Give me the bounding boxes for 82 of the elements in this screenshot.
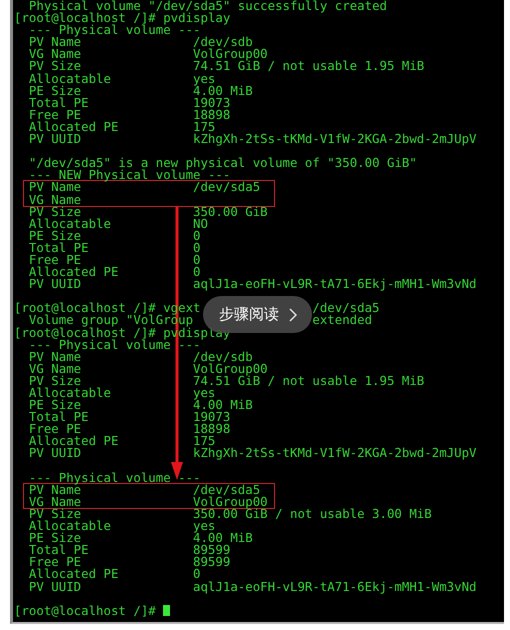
- field-label: Free PE: [28, 254, 82, 266]
- field-value: 18898: [193, 423, 230, 436]
- terminal-line: --- Physical volume ---: [28, 24, 200, 36]
- field-value: yes: [193, 387, 216, 400]
- terminal-line: --- NEW Physical volume ---: [28, 169, 230, 182]
- field-label: PV UUID: [28, 133, 82, 146]
- field-label: Free PE: [28, 423, 82, 436]
- field-label: Allocated PE: [28, 435, 118, 448]
- field-label: PV Name: [28, 484, 82, 496]
- field-value: 89599: [193, 544, 230, 556]
- field-value: 175: [193, 435, 216, 448]
- field-label: Allocated PE: [28, 266, 118, 278]
- field-value: 74.51 GiB / not usable 1.95 MiB: [193, 60, 424, 73]
- field-label: PV Name: [28, 181, 82, 194]
- field-label: Total PE: [28, 544, 89, 556]
- terminal-line: [root@localhost /]# pvdisplay: [14, 12, 230, 24]
- field-label: Total PE: [28, 242, 89, 254]
- field-value: 350.00 GiB: [193, 206, 268, 218]
- terminal-line: --- Physical volume ---: [28, 338, 200, 351]
- field-label: VG Name: [28, 48, 82, 60]
- field-value: NO: [193, 218, 208, 230]
- field-value: 89599: [193, 556, 230, 568]
- field-label: PE Size: [28, 399, 82, 412]
- field-label: Allocatable: [28, 520, 111, 532]
- field-value: 4.00 MiB: [193, 84, 253, 97]
- field-label: Total PE: [28, 96, 89, 109]
- field-value: /dev/sda5: [193, 484, 260, 496]
- field-value: 0: [193, 266, 200, 278]
- field-label: VG Name: [28, 362, 82, 375]
- field-value: yes: [193, 72, 216, 85]
- field-label: PE Size: [28, 230, 82, 242]
- field-label: Free PE: [28, 108, 82, 121]
- field-label: PV Size: [28, 60, 82, 73]
- field-label: PV Size: [28, 374, 82, 387]
- field-label: PE Size: [28, 532, 82, 544]
- field-label: Allocated PE: [28, 568, 118, 580]
- field-value: VolGroup00: [193, 48, 268, 60]
- field-label: VG Name: [28, 496, 82, 508]
- field-value: 0: [193, 230, 200, 242]
- field-label: PV Size: [28, 508, 82, 520]
- terminal-prompt: [root@localhost /]#: [14, 604, 156, 617]
- field-value: yes: [193, 520, 216, 532]
- field-value: aqlJ1a-eoFH-vL9R-tA71-6Ekj-mMH1-Wm3vNd: [193, 580, 476, 593]
- field-value: 19073: [193, 411, 230, 424]
- field-value: VolGroup00: [193, 496, 268, 508]
- field-value: /dev/sdb: [193, 350, 253, 363]
- field-label: PV UUID: [28, 447, 82, 460]
- field-label: Allocatable: [28, 72, 111, 85]
- field-value: 18898: [193, 108, 230, 121]
- chevron-icon: [288, 308, 297, 322]
- field-value: 19073: [193, 96, 230, 109]
- field-label: Allocated PE: [28, 120, 118, 134]
- field-value: 0: [193, 254, 200, 266]
- field-value: /dev/sdb: [193, 36, 253, 48]
- field-label: PV Size: [28, 206, 82, 218]
- field-label: VG Name: [28, 194, 82, 206]
- field-label: PE Size: [28, 84, 82, 97]
- field-label: PV Name: [28, 36, 82, 48]
- field-label: Total PE: [28, 411, 89, 424]
- field-value: /dev/sda5: [193, 181, 260, 194]
- field-value: kZhgXh-2tSs-tKMd-V1fW-2KGA-2bwd-2mJUpV: [193, 133, 476, 146]
- field-value: 350.00 GiB / not usable 3.00 MiB: [193, 508, 432, 520]
- field-label: Allocatable: [28, 387, 111, 400]
- field-value: VolGroup00: [193, 362, 268, 375]
- field-value: 74.51 GiB / not usable 1.95 MiB: [193, 374, 424, 387]
- terminal-line: --- Physical volume ---: [28, 472, 200, 484]
- field-value: kZhgXh-2tSs-tKMd-V1fW-2KGA-2bwd-2mJUpV: [193, 447, 476, 460]
- terminal-line: Physical volume "/dev/sda5" successfully created: [28, 0, 387, 12]
- field-value: aqlJ1a-eoFH-vL9R-tA71-6Ekj-mMH1-Wm3vNd: [193, 278, 476, 290]
- terminal-line: extended: [312, 314, 372, 327]
- field-value: 175: [193, 120, 216, 134]
- terminal-line: /dev/sda5: [312, 302, 381, 314]
- field-label: PV Name: [28, 350, 82, 363]
- field-value: 4.00 MiB: [193, 532, 253, 544]
- field-value: 4.00 MiB: [193, 399, 253, 412]
- field-label: PV UUID: [28, 278, 82, 290]
- field-value: 0: [193, 242, 200, 254]
- terminal-line: "/dev/sda5" is a new physical volume of "350.00 GiB": [28, 157, 417, 170]
- field-value: 0: [193, 568, 200, 580]
- field-label: PV UUID: [28, 580, 82, 593]
- field-label: Free PE: [28, 556, 82, 568]
- field-label: Allocatable: [28, 218, 111, 230]
